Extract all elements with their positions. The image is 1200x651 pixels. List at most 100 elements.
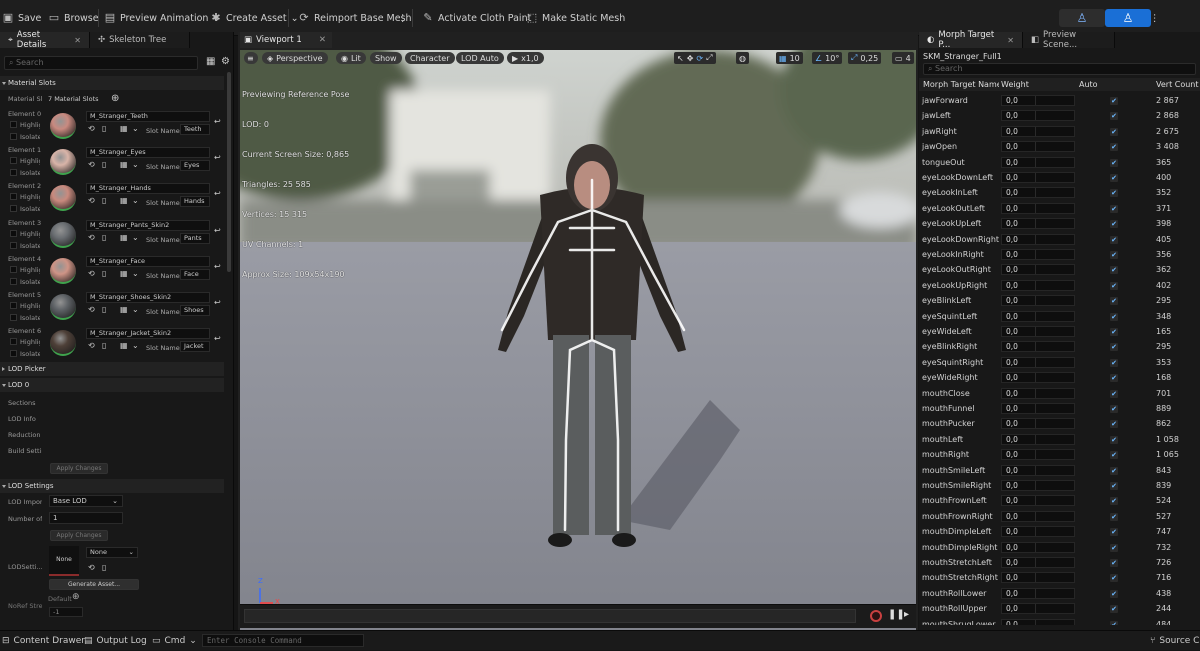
- use-selected-icon[interactable]: ⟲: [88, 196, 95, 205]
- morph-target-row[interactable]: jawRight 0,0 ✔ 2 675: [919, 124, 1200, 139]
- timeline-scrubber[interactable]: [244, 609, 856, 623]
- auto-checkbox[interactable]: ✔: [1110, 543, 1118, 552]
- material-thumbnail[interactable]: [50, 221, 76, 248]
- highlight-checkbox[interactable]: [10, 157, 17, 165]
- morph-target-row[interactable]: mouthRollUpper 0,0 ✔ 244: [919, 601, 1200, 616]
- use-selected-icon[interactable]: ⟲: [88, 305, 95, 314]
- morph-target-row[interactable]: jawOpen 0,0 ✔ 3 408: [919, 139, 1200, 154]
- morph-search-input[interactable]: ⌕ Search: [923, 63, 1196, 75]
- auto-checkbox[interactable]: ✔: [1110, 112, 1118, 121]
- make-static-mesh-button[interactable]: ⬚ Make Static Mesh: [526, 0, 625, 36]
- morph-target-row[interactable]: eyeLookOutRight 0,0 ✔ 362: [919, 262, 1200, 277]
- auto-checkbox[interactable]: ✔: [1110, 420, 1118, 429]
- material-name-field[interactable]: M_Stranger_Pants_Skin2: [86, 219, 210, 231]
- lod-auto-button[interactable]: LOD Auto: [456, 52, 504, 64]
- morph-weight-input[interactable]: 0,0: [1001, 202, 1075, 214]
- use-selected-icon[interactable]: ⟲: [88, 233, 95, 242]
- morph-target-row[interactable]: mouthFunnel 0,0 ✔ 889: [919, 401, 1200, 416]
- morph-target-row[interactable]: mouthShrugLower 0,0 ✔ 484: [919, 617, 1200, 625]
- chevron-down-icon[interactable]: ⌄: [132, 160, 139, 169]
- column-header-vert-count[interactable]: Vert Count: [1156, 78, 1199, 91]
- auto-checkbox[interactable]: ✔: [1110, 528, 1118, 537]
- angle-snap-button[interactable]: ∠ 10°: [812, 52, 843, 64]
- auto-checkbox[interactable]: ✔: [1110, 574, 1118, 583]
- record-icon[interactable]: [870, 610, 882, 622]
- material-name-field[interactable]: M_Stranger_Hands: [86, 183, 210, 195]
- apply-changes-button-2[interactable]: Apply Changes: [50, 530, 108, 541]
- material-slots-header[interactable]: Material Slots: [0, 76, 224, 90]
- more-options-icon[interactable]: ⋮: [398, 0, 408, 36]
- morph-weight-input[interactable]: 0,0: [1001, 372, 1075, 384]
- morph-weight-input[interactable]: 0,0: [1001, 418, 1075, 430]
- morph-weight-input[interactable]: 0,0: [1001, 449, 1075, 461]
- morph-target-row[interactable]: eyeLookOutLeft 0,0 ✔ 371: [919, 201, 1200, 216]
- browse-asset-icon[interactable]: ▯: [102, 341, 106, 350]
- preview-animation-button[interactable]: ▤ Preview Animation ⌄: [104, 0, 221, 36]
- browse-asset-icon[interactable]: ▯: [102, 563, 106, 572]
- lod-settings-header[interactable]: LOD Settings: [0, 479, 224, 493]
- lit-button[interactable]: ◉ Lit: [336, 52, 366, 64]
- auto-checkbox[interactable]: ✔: [1110, 235, 1118, 244]
- material-thumbnail[interactable]: [50, 149, 76, 176]
- morph-weight-input[interactable]: 0,0: [1001, 141, 1075, 153]
- morph-target-row[interactable]: eyeLookInLeft 0,0 ✔ 352: [919, 185, 1200, 200]
- auto-checkbox[interactable]: ✔: [1110, 466, 1118, 475]
- slot-name-field[interactable]: Jacket: [180, 341, 210, 353]
- morph-weight-input[interactable]: 0,0: [1001, 187, 1075, 199]
- settings-gear-icon[interactable]: ⚙: [221, 56, 230, 67]
- morph-weight-input[interactable]: 0,0: [1001, 433, 1075, 445]
- auto-checkbox[interactable]: ✔: [1110, 143, 1118, 152]
- sections-row[interactable]: Sections: [8, 399, 42, 407]
- output-log-button[interactable]: ▤ Output Log: [84, 631, 147, 651]
- auto-checkbox[interactable]: ✔: [1110, 189, 1118, 198]
- highlight-checkbox[interactable]: [10, 302, 17, 309]
- content-drawer-button[interactable]: ⊟ Content Drawer: [2, 631, 85, 651]
- 3d-viewport-scene[interactable]: Z X ≡ ◈ Perspective ◉ Lit Show Character L…: [240, 50, 916, 630]
- cmd-dropdown[interactable]: ▭ Cmd ⌄: [152, 631, 197, 651]
- reset-arrow-icon[interactable]: ↩: [214, 298, 221, 307]
- chevron-down-icon[interactable]: ⌄: [132, 233, 139, 242]
- animation-timeline[interactable]: ❚❚ ▸: [240, 604, 916, 628]
- morph-weight-input[interactable]: 0,0: [1001, 403, 1075, 414]
- auto-checkbox[interactable]: ✔: [1110, 435, 1118, 444]
- morph-weight-input[interactable]: 0,0: [1001, 572, 1075, 584]
- close-icon[interactable]: ✕: [1007, 36, 1014, 45]
- auto-checkbox[interactable]: ✔: [1110, 482, 1118, 490]
- morph-weight-input[interactable]: 0,0: [1001, 95, 1075, 106]
- auto-checkbox[interactable]: ✔: [1110, 451, 1118, 460]
- show-button[interactable]: Show: [370, 52, 402, 64]
- auto-checkbox[interactable]: ✔: [1110, 174, 1118, 182]
- auto-checkbox[interactable]: ✔: [1110, 328, 1118, 336]
- perspective-button[interactable]: ◈ Perspective: [262, 52, 328, 64]
- morph-target-row[interactable]: mouthFrownLeft 0,0 ✔ 524: [919, 493, 1200, 508]
- reset-arrow-icon[interactable]: ↩: [214, 226, 221, 235]
- skeleton-mode-button[interactable]: ♙: [1059, 9, 1105, 27]
- browse-asset-icon[interactable]: ▯: [102, 233, 106, 242]
- morph-weight-input[interactable]: 0,0: [1001, 249, 1075, 260]
- scale-snap-button[interactable]: ⤢ 0,25: [848, 52, 882, 64]
- build-settings-row[interactable]: Build Settin: [8, 447, 42, 455]
- highlight-checkbox[interactable]: [10, 229, 17, 237]
- reduction-settings-row[interactable]: Reduction S: [8, 431, 42, 439]
- material-name-field[interactable]: M_Stranger_Jacket_Skin2: [86, 328, 210, 340]
- morph-target-row[interactable]: mouthFrownRight 0,0 ✔ 527: [919, 509, 1200, 524]
- morph-weight-input[interactable]: 0,0: [1001, 341, 1075, 353]
- checker-icon[interactable]: ▦: [120, 305, 128, 314]
- auto-checkbox[interactable]: ✔: [1110, 220, 1118, 229]
- add-slot-icon[interactable]: ⊕: [111, 93, 119, 104]
- auto-checkbox[interactable]: ✔: [1110, 297, 1118, 306]
- morph-target-row[interactable]: tongueOut 0,0 ✔ 365: [919, 155, 1200, 170]
- use-selected-icon[interactable]: ⟲: [88, 160, 95, 169]
- morph-weight-input[interactable]: 0,0: [1001, 233, 1075, 245]
- details-search-input[interactable]: ⌕ Search: [4, 56, 198, 70]
- morph-weight-input[interactable]: 0,0: [1001, 172, 1075, 183]
- morph-target-row[interactable]: mouthDimpleLeft 0,0 ✔ 747: [919, 524, 1200, 539]
- auto-checkbox[interactable]: ✔: [1110, 343, 1118, 352]
- reset-arrow-icon[interactable]: ↩: [214, 262, 221, 271]
- isolate-checkbox[interactable]: [10, 241, 17, 249]
- morph-target-row[interactable]: mouthDimpleRight 0,0 ✔ 732: [919, 540, 1200, 555]
- material-thumbnail[interactable]: [50, 330, 76, 357]
- auto-checkbox[interactable]: ✔: [1110, 281, 1118, 290]
- auto-checkbox[interactable]: ✔: [1110, 512, 1118, 521]
- auto-checkbox[interactable]: ✔: [1110, 620, 1118, 625]
